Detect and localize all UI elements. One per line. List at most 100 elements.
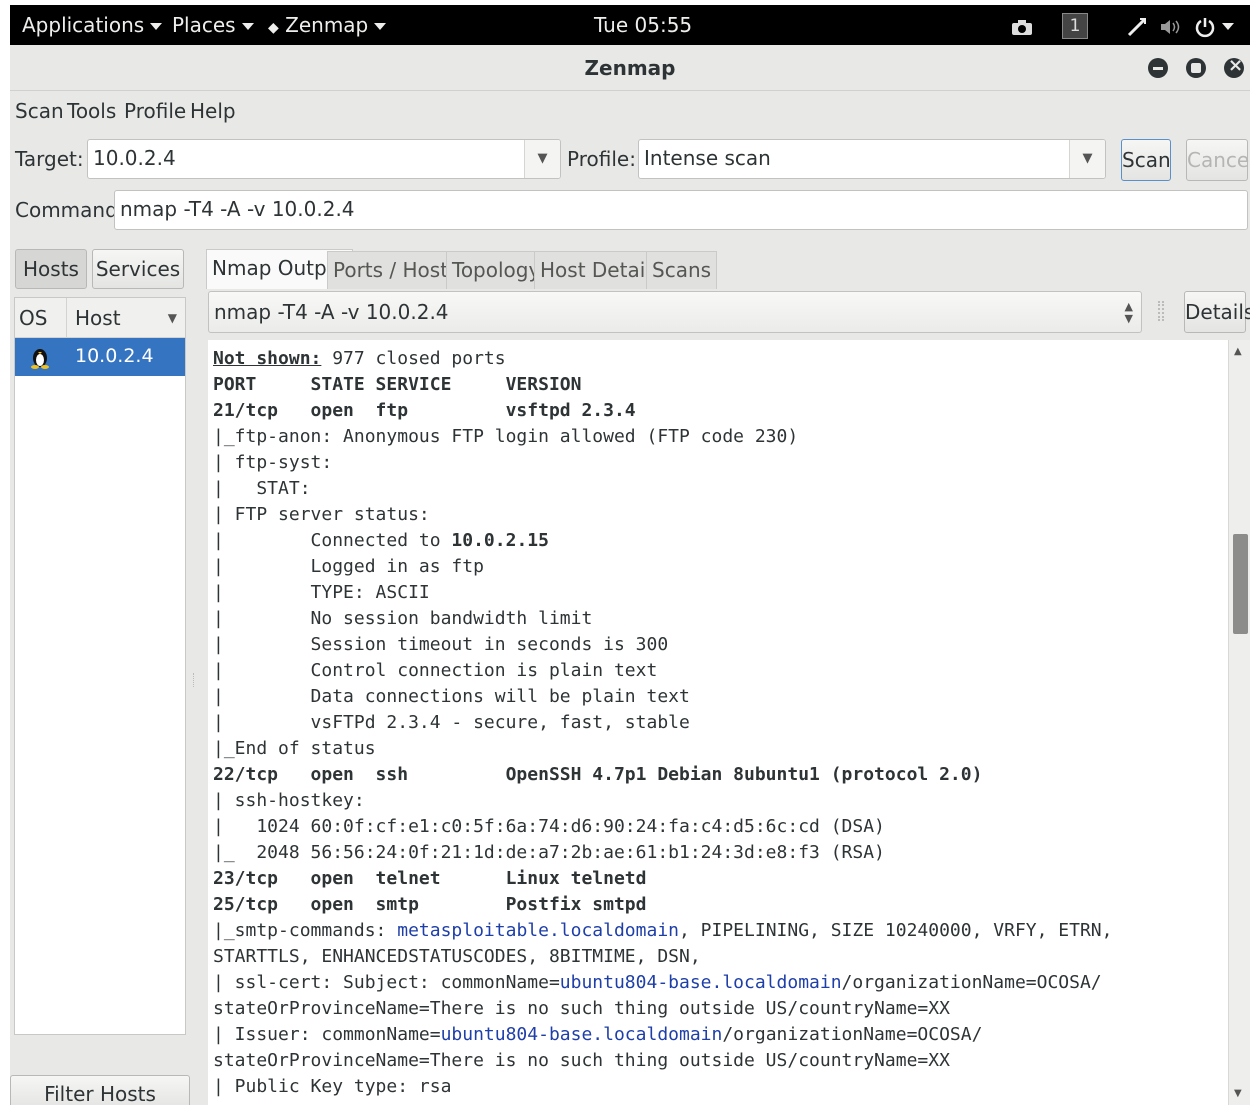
output-line: |_smtp-commands: metasploitable.localdom… [213,920,1112,941]
spin-arrows-icon[interactable]: ▲ ▼ [1125,292,1133,325]
app-menu[interactable]: ◆ Zenmap [268,5,387,45]
output-line: | Session timeout in seconds is 300 [213,634,669,655]
menu-tools[interactable]: Tools [67,99,116,123]
services-toggle-button[interactable]: Services [92,249,184,289]
chevron-down-icon [374,23,387,30]
target-combo[interactable]: 10.0.2.4 ▼ [87,139,561,179]
target-input[interactable]: 10.0.2.4 [93,146,176,170]
workspace-indicator[interactable]: 1 [1062,13,1088,39]
menu-bar: Scan Tools Profile Help [10,91,1250,131]
output-line: | Issuer: commonName=ubuntu804-base.loca… [213,1024,982,1045]
output-line: | ftp-syst: [213,452,333,473]
separator-grip [1158,301,1164,321]
filter-hosts-button[interactable]: Filter Hosts [10,1075,190,1105]
menu-help[interactable]: Help [190,99,236,123]
menu-scan[interactable]: Scan [15,99,64,123]
command-label: Command: [15,198,125,222]
ssl-cert-hostname: ubuntu804-base.localdomain [559,972,842,993]
output-line: |_ftp-anon: Anonymous FTP login allowed … [213,426,799,447]
profile-combo[interactable]: Intense scan ▼ [638,139,1106,179]
nmap-output-text[interactable]: Not shown: 977 closed ports PORT STATE S… [208,340,1228,1105]
output-line: STARTTLS, ENHANCEDSTATUSCODES, 8BITMIME,… [213,946,701,967]
window-title: Zenmap [584,56,676,80]
tab-ports-hosts[interactable]: Ports / Hosts [327,251,465,289]
scan-output-command: nmap -T4 -A -v 10.0.2.4 [214,300,449,324]
host-address: 10.0.2.4 [75,345,154,367]
command-input[interactable]: nmap -T4 -A -v 10.0.2.4 [114,190,1248,230]
screenshot-icon[interactable] [1010,5,1034,45]
maximize-button[interactable] [1186,58,1206,78]
output-line: | Control connection is plain text [213,660,658,681]
hosts-toggle-button[interactable]: Hosts [15,249,87,289]
cancel-button[interactable]: Cancel [1186,139,1250,181]
scroll-down-icon[interactable]: ▼ [1234,1088,1242,1099]
chevron-down-icon[interactable]: ▼ [524,140,560,178]
linux-penguin-icon [29,338,51,374]
output-line: | Public Key type: rsa [213,1076,452,1097]
not-shown-value: 977 closed ports [321,348,506,369]
output-port-22: 22/tcp open ssh OpenSSH 4.7p1 Debian 8ub… [213,764,983,785]
scan-output-selector[interactable]: nmap -T4 -A -v 10.0.2.4 ▲ ▼ [208,291,1142,333]
applications-label: Applications [22,13,145,37]
issuer-org: /organizationName=OCOSA/ [722,1024,983,1045]
output-port-21: 21/tcp open ftp vsftpd 2.3.4 [213,400,636,421]
chevron-down-icon[interactable]: ▼ [1069,140,1105,178]
ssl-cert-org: /organizationName=OCOSA/ [841,972,1102,993]
places-menu[interactable]: Places [172,5,254,45]
applications-menu[interactable]: Applications [22,5,163,45]
not-shown-label: Not shown: [213,348,322,369]
scrollbar-thumb[interactable] [1233,534,1248,634]
app-menu-label: Zenmap [285,13,369,37]
host-row[interactable]: 10.0.2.4 [15,338,185,376]
output-line: | No session bandwidth limit [213,608,593,629]
issuer-hostname: ubuntu804-base.localdomain [440,1024,723,1045]
column-header-host[interactable]: Host ▼ [67,298,185,338]
title-bar: Zenmap [10,45,1250,91]
tab-topology[interactable]: Topology [446,251,547,289]
smtp-commands-rest: , PIPELINING, SIZE 10240000, VRFY, ETRN, [679,920,1113,941]
power-icon[interactable] [1194,5,1216,45]
output-scrollbar[interactable]: ▲ ▼ [1228,340,1250,1105]
ssl-cert-label: | ssl-cert: Subject: commonName= [213,972,560,993]
output-line: | vsFTPd 2.3.4 - secure, fast, stable [213,712,690,733]
output-line: | Connected to 10.0.2.15 [213,530,549,551]
output-line: |_End of status [213,738,376,759]
scan-button[interactable]: Scan [1121,139,1171,181]
output-line: Not shown: 977 closed ports [213,348,506,369]
output-line: | STAT: [213,478,311,499]
output-line: | ssl-cert: Subject: commonName=ubuntu80… [213,972,1102,993]
column-header-os[interactable]: OS [15,298,67,338]
output-line: stateOrProvinceName=There is no such thi… [213,1050,950,1071]
details-button[interactable]: Details [1184,291,1250,333]
profile-value[interactable]: Intense scan [644,146,771,170]
clock[interactable]: Tue 05:55 [594,5,692,45]
pane-divider-handle[interactable] [193,673,196,687]
minimize-button[interactable] [1148,58,1168,78]
target-label: Target: [15,147,84,171]
places-label: Places [172,13,236,37]
output-line: | 1024 60:0f:cf:e1:c0:5f:6a:74:d6:90:24:… [213,816,885,837]
output-line: | TYPE: ASCII [213,582,430,603]
output-line: | Data connections will be plain text [213,686,690,707]
close-button[interactable] [1224,55,1244,78]
smtp-hostname: metasploitable.localdomain [397,920,679,941]
scroll-up-icon[interactable]: ▲ [1234,346,1242,357]
sort-chevron-icon: ▼ [167,311,177,325]
connected-to-label: | Connected to [213,530,452,551]
connected-ip: 10.0.2.15 [451,530,549,551]
menu-profile[interactable]: Profile [124,99,186,123]
zenmap-window: Zenmap Scan Tools Profile Help Target: 1… [10,45,1250,1105]
volume-icon[interactable] [1158,5,1182,45]
output-header-line: PORT STATE SERVICE VERSION [213,374,582,395]
hosts-list: OS Host ▼ 10.0.2.4 [14,297,186,1035]
output-line: | ssh-hostkey: [213,790,365,811]
system-menu-chevron-icon[interactable] [1222,5,1234,45]
output-line: | Logged in as ftp [213,556,484,577]
top-panel: Applications Places ◆ Zenmap Tue 05:55 1 [10,5,1250,45]
network-icon[interactable] [1126,5,1148,45]
profile-label: Profile: [567,147,636,171]
chevron-down-icon [150,23,163,30]
tab-scans[interactable]: Scans [646,251,718,289]
output-line: |_ 2048 56:56:24:0f:21:1d:de:a7:2b:ae:61… [213,842,885,863]
output-line: | FTP server status: [213,504,430,525]
